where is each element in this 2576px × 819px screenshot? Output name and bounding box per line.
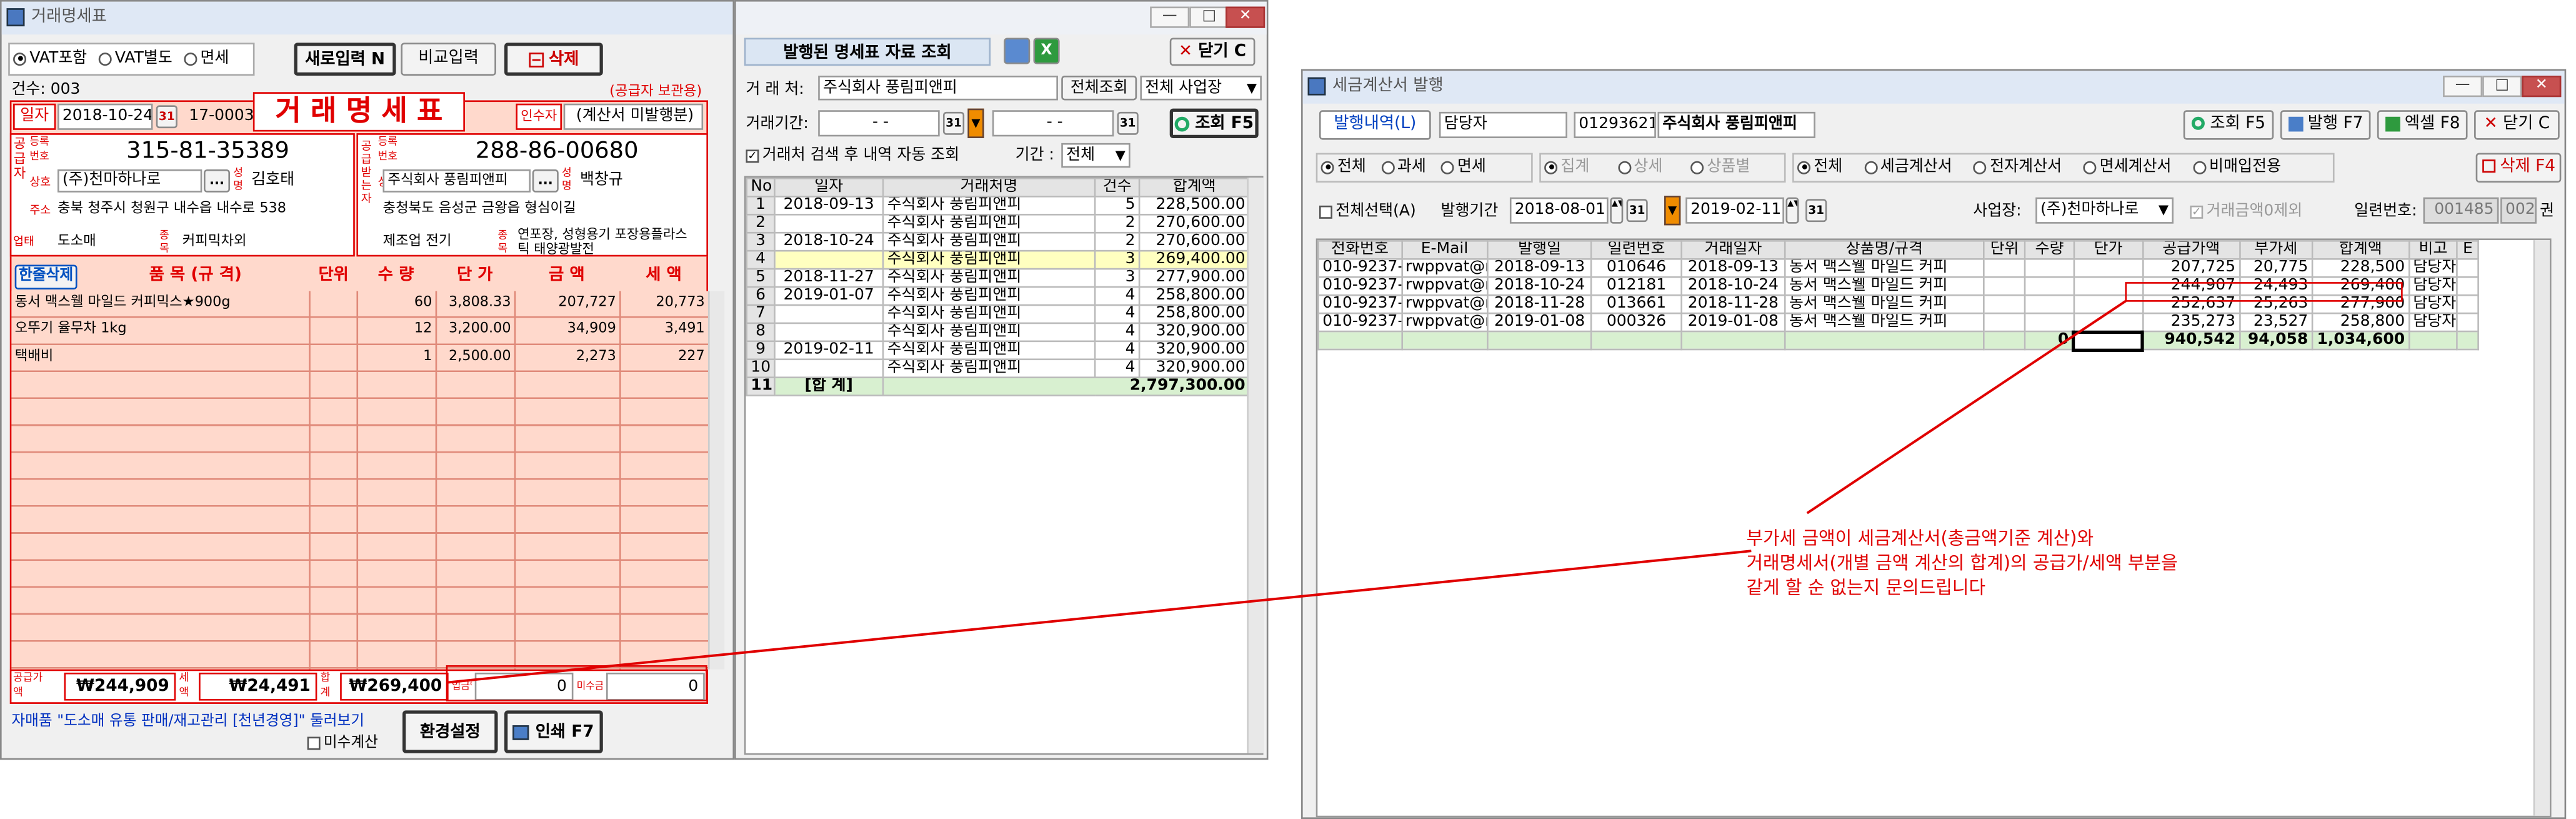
annotation-line-left bbox=[446, 550, 1752, 684]
annotation-overlay bbox=[446, 282, 2403, 701]
annotation-line-1: 부가세 금액이 세금계산서(총금액기준 계산)와 bbox=[1746, 528, 2094, 550]
annotation-line-3: 같게 할 순 없는지 문의드립니다 bbox=[1746, 577, 1986, 599]
annotation-line-right bbox=[1806, 299, 2127, 515]
highlight-box-left bbox=[446, 665, 707, 701]
highlight-box-right bbox=[2125, 282, 2403, 302]
annotation-line-2: 거래명세서(개별 금액 계산의 합계)의 공급가/세액 부분을 bbox=[1746, 552, 2178, 575]
annotation-text: 부가세 금액이 세금계산서(총금액기준 계산)와 거래명세서(개별 금액 계산의… bbox=[1746, 526, 2177, 600]
